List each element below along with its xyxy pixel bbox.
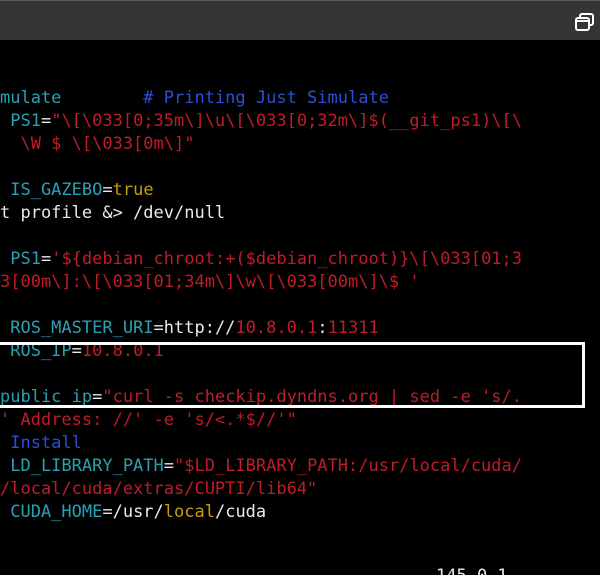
code-token: : — [317, 318, 328, 338]
code-line: ' Address: //' -e 's/<.*$//'" — [0, 409, 297, 432]
code-token: /local/cuda/extras/CUPTI/lib64" — [0, 479, 318, 499]
code-token: "\[\033[0;35m\]\u\[\033[0;32m\]$(__git_p… — [51, 111, 523, 131]
code-token: \W $ \[\033[0m\]" — [0, 134, 195, 154]
code-token: = — [102, 180, 113, 200]
highlight-box — [0, 342, 585, 408]
code-line: LD_LIBRARY_PATH="$LD_LIBRARY_PATH:/usr/l… — [0, 455, 522, 478]
code-line: mulate # Printing Just Simulate — [0, 87, 389, 110]
code-token: 11311 — [327, 318, 379, 338]
code-line: Install — [0, 432, 82, 455]
cursor-position-indicator: 145,0-1 — [436, 565, 508, 575]
code-token: PS1 — [0, 111, 41, 131]
code-token: /cuda — [214, 502, 267, 522]
code-token: IS_GAZEBO — [0, 180, 103, 200]
terminal-editor[interactable]: mulate # Printing Just Simulate PS1="\[\… — [0, 40, 600, 575]
code-token: 10.8.0.1 — [235, 318, 318, 338]
code-token: =/usr/ — [102, 502, 164, 522]
code-token: LD_LIBRARY_PATH — [0, 456, 164, 476]
code-token: ' Address: //' -e 's/<.*$//'" — [0, 410, 297, 430]
code-line: CUDA_HOME=/usr/local/cuda — [0, 501, 266, 524]
code-line: t profile &> /dev/null — [0, 202, 225, 225]
code-token: mulate — [0, 88, 144, 108]
code-token: '${debian_chroot:+($debian_chroot)}\[\03… — [51, 249, 523, 269]
code-token: local — [163, 502, 215, 522]
code-line: PS1='${debian_chroot:+($debian_chroot)}\… — [0, 248, 522, 271]
code-line: /local/cuda/extras/CUPTI/lib64" — [0, 478, 317, 501]
code-token: 3[00m\]:\[\033[01;34m\]\w\[\033[00m\]\$ … — [0, 272, 420, 292]
code-token: true — [112, 180, 154, 200]
code-token: t profile &> /dev/null — [0, 203, 226, 223]
code-token: # Printing Just Simulate — [143, 88, 389, 108]
code-token: PS1 — [0, 249, 41, 269]
code-token: =http:// — [153, 318, 236, 338]
code-token: ROS_MASTER_URI — [0, 318, 154, 338]
code-line: \W $ \[\033[0m\]" — [0, 133, 194, 156]
code-token: "$LD_LIBRARY_PATH:/usr/local/cuda/ — [174, 456, 523, 476]
code-token: = — [40, 111, 52, 131]
restore-window-icon — [575, 13, 594, 31]
code-token: Install — [0, 433, 82, 453]
code-line: PS1="\[\033[0;35m\]\u\[\033[0;32m\]$(__g… — [0, 110, 522, 133]
code-token: = — [163, 456, 175, 476]
code-token: CUDA_HOME — [0, 502, 103, 522]
code-line: ROS_MASTER_URI=http://10.8.0.1:11311 — [0, 317, 379, 340]
code-token: = — [40, 249, 52, 269]
code-line: 3[00m\]:\[\033[01;34m\]\w\[\033[00m\]\$ … — [0, 271, 420, 294]
code-line: IS_GAZEBO=true — [0, 179, 154, 202]
restore-window-button[interactable] — [574, 12, 596, 32]
window-titlebar — [0, 0, 600, 40]
